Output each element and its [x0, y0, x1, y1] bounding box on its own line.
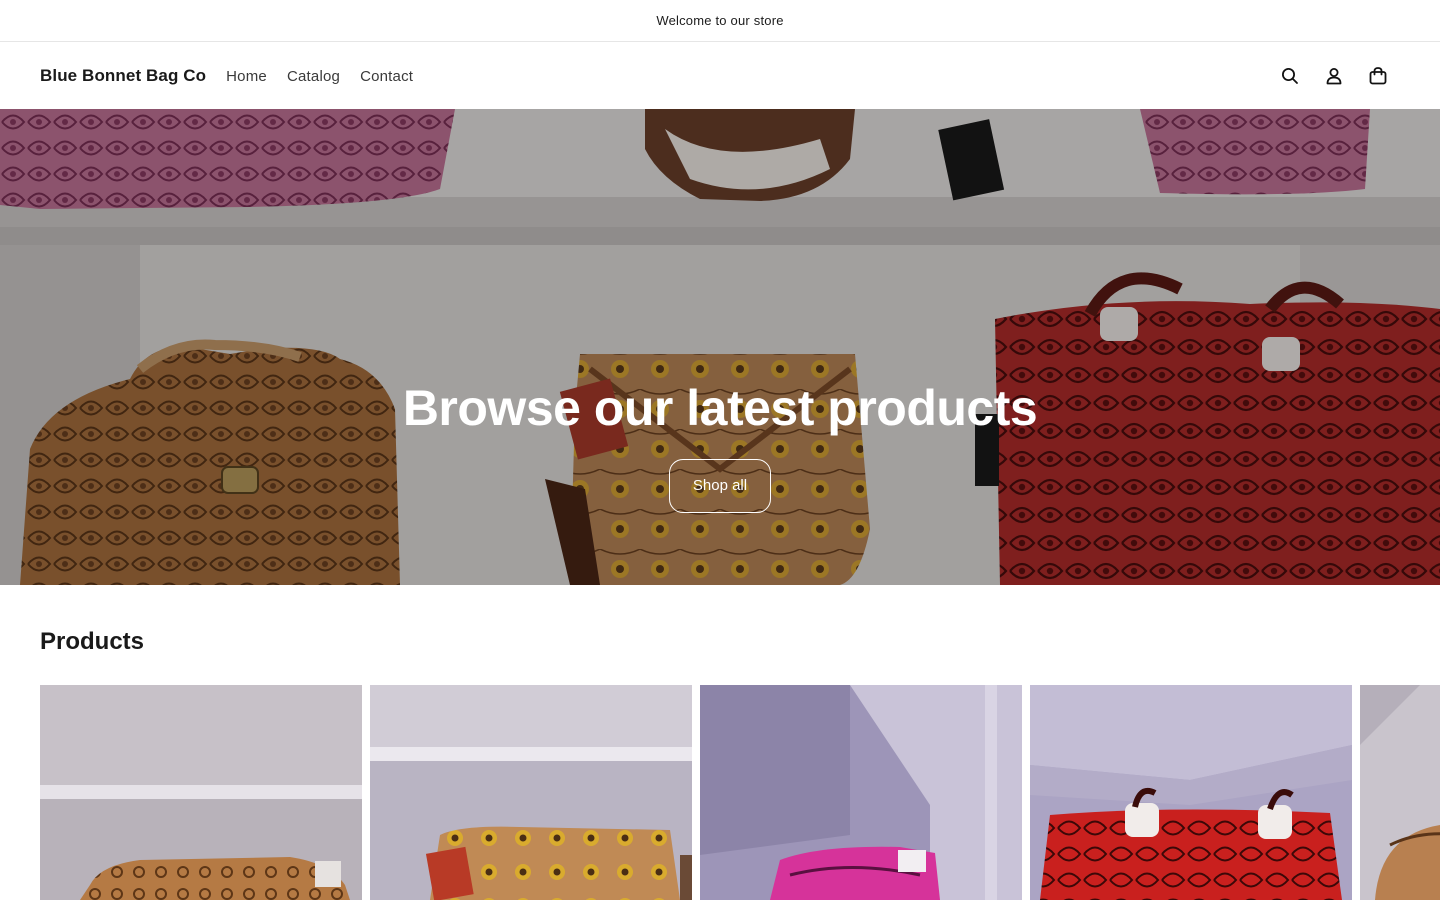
product-image-1: [40, 685, 362, 900]
hero-title: Browse our latest products: [402, 380, 1038, 436]
store-logo[interactable]: Blue Bonnet Bag Co: [40, 66, 206, 86]
announcement-bar: Welcome to our store: [0, 0, 1440, 42]
product-card-5[interactable]: [1360, 685, 1440, 900]
products-heading: Products: [40, 628, 145, 655]
hero-content: Browse our latest products Shop all: [0, 379, 1440, 513]
product-image-4: [1030, 685, 1352, 900]
product-image-5: [1360, 685, 1440, 900]
nav-home[interactable]: Home: [226, 68, 267, 85]
nav-catalog[interactable]: Catalog: [287, 68, 340, 85]
cart-icon[interactable]: [1366, 64, 1390, 88]
product-card-3[interactable]: [700, 685, 1022, 900]
account-icon[interactable]: [1322, 64, 1346, 88]
header-icons: [1278, 64, 1390, 88]
product-grid: [40, 685, 1440, 900]
product-card-2[interactable]: [370, 685, 692, 900]
product-card-4[interactable]: [1030, 685, 1352, 900]
search-icon[interactable]: [1278, 64, 1302, 88]
shop-all-button[interactable]: Shop all: [668, 459, 772, 513]
product-image-2: [370, 685, 692, 900]
site-header: Blue Bonnet Bag Co Home Catalog Contact: [0, 43, 1440, 109]
hero-banner: Browse our latest products Shop all: [0, 109, 1440, 585]
main-nav: Home Catalog Contact: [226, 68, 433, 85]
product-image-3: [700, 685, 1022, 900]
hero-overlay: [0, 109, 1440, 585]
announcement-text: Welcome to our store: [656, 13, 784, 28]
product-card-1[interactable]: [40, 685, 362, 900]
nav-contact[interactable]: Contact: [360, 68, 413, 85]
